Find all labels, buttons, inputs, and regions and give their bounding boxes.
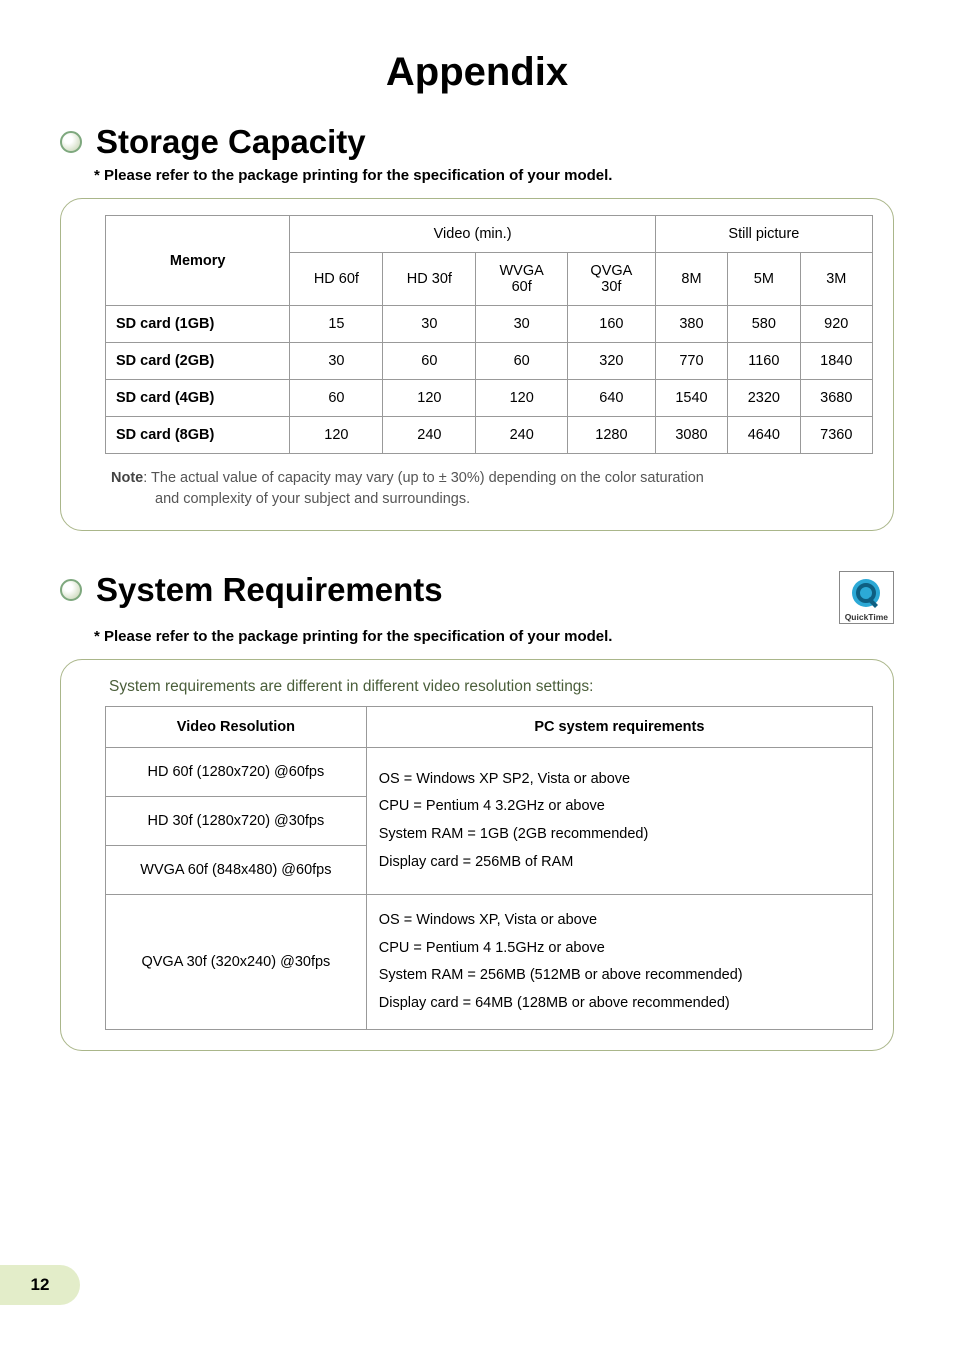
- cell: 160: [567, 306, 655, 343]
- sysreq-heading-row: System Requirements: [60, 571, 839, 609]
- sysreq-table: Video Resolution PC system requirements …: [105, 706, 873, 1030]
- cell: 1280: [567, 417, 655, 454]
- cell: 240: [476, 417, 568, 454]
- cell: 15: [290, 306, 383, 343]
- col-wvga: WVGA 60f: [476, 253, 568, 306]
- req-line: Display card = 256MB of RAM: [379, 854, 574, 870]
- table-row: SD card (8GB) 120 240 240 1280 3080 4640…: [106, 417, 873, 454]
- req-line: OS = Windows XP, Vista or above: [379, 912, 597, 928]
- storage-panel: Memory Video (min.) Still picture HD 60f…: [60, 198, 894, 531]
- storage-heading: Storage Capacity: [96, 123, 366, 161]
- req-line: System RAM = 256MB (512MB or above recom…: [379, 967, 743, 983]
- vr-wvga: WVGA 60f (848x480) @60fps: [106, 846, 367, 895]
- cell: 4640: [728, 417, 800, 454]
- sysreq-heading: System Requirements: [96, 571, 443, 609]
- storage-subnote: * Please refer to the package printing f…: [94, 167, 894, 184]
- storage-table: Memory Video (min.) Still picture HD 60f…: [105, 215, 873, 454]
- vr-hd60: HD 60f (1280x720) @60fps: [106, 748, 367, 797]
- cell: 60: [476, 343, 568, 380]
- cell: 30: [383, 306, 476, 343]
- cell: 1840: [800, 343, 872, 380]
- col-hd30: HD 30f: [383, 253, 476, 306]
- table-header-row: Memory Video (min.) Still picture: [106, 216, 873, 253]
- quicktime-badge: QuickTime: [839, 571, 894, 624]
- cell: 640: [567, 380, 655, 417]
- cell: 120: [383, 380, 476, 417]
- cell: 380: [655, 306, 727, 343]
- sysreq-panel: System requirements are different in dif…: [60, 659, 894, 1051]
- req-high: OS = Windows XP SP2, Vista or above CPU …: [366, 748, 872, 895]
- cell: 1540: [655, 380, 727, 417]
- vr-qvga: QVGA 30f (320x240) @30fps: [106, 895, 367, 1030]
- row-label: SD card (4GB): [106, 380, 290, 417]
- storage-note: Note: The actual value of capacity may v…: [111, 468, 873, 510]
- storage-heading-row: Storage Capacity: [60, 123, 894, 161]
- col-still-group: Still picture: [655, 216, 872, 253]
- cell: 3080: [655, 417, 727, 454]
- col-video-resolution: Video Resolution: [106, 707, 367, 748]
- col-hd60: HD 60f: [290, 253, 383, 306]
- req-line: CPU = Pentium 4 1.5GHz or above: [379, 940, 605, 956]
- quicktime-icon: [848, 575, 884, 611]
- col-5m: 5M: [728, 253, 800, 306]
- col-qvga: QVGA 30f: [567, 253, 655, 306]
- cell: 770: [655, 343, 727, 380]
- cell: 1160: [728, 343, 800, 380]
- row-label: SD card (1GB): [106, 306, 290, 343]
- table-row: SD card (1GB) 15 30 30 160 380 580 920: [106, 306, 873, 343]
- cell: 240: [383, 417, 476, 454]
- req-line: OS = Windows XP SP2, Vista or above: [379, 771, 630, 787]
- col-memory: Memory: [106, 216, 290, 306]
- cell: 7360: [800, 417, 872, 454]
- row-label: SD card (8GB): [106, 417, 290, 454]
- table-row: QVGA 30f (320x240) @30fps OS = Windows X…: [106, 895, 873, 1030]
- col-3m: 3M: [800, 253, 872, 306]
- vr-hd30: HD 30f (1280x720) @30fps: [106, 797, 367, 846]
- bullet-icon: [60, 579, 82, 601]
- cell: 120: [290, 417, 383, 454]
- row-label: SD card (2GB): [106, 343, 290, 380]
- bullet-icon: [60, 131, 82, 153]
- cell: 3680: [800, 380, 872, 417]
- col-video-group: Video (min.): [290, 216, 655, 253]
- table-header-row: Video Resolution PC system requirements: [106, 707, 873, 748]
- cell: 2320: [728, 380, 800, 417]
- page: Appendix Storage Capacity * Please refer…: [0, 0, 954, 1345]
- req-line: System RAM = 1GB (2GB recommended): [379, 826, 649, 842]
- quicktime-label: QuickTime: [845, 612, 888, 622]
- note-line2: and complexity of your subject and surro…: [155, 491, 470, 507]
- cell: 30: [476, 306, 568, 343]
- page-number: 12: [0, 1265, 80, 1305]
- req-line: CPU = Pentium 4 3.2GHz or above: [379, 798, 605, 814]
- page-title: Appendix: [60, 50, 894, 95]
- note-line1: : The actual value of capacity may vary …: [143, 470, 704, 486]
- req-line: Display card = 64MB (128MB or above reco…: [379, 995, 730, 1011]
- table-row: SD card (4GB) 60 120 120 640 1540 2320 3…: [106, 380, 873, 417]
- cell: 320: [567, 343, 655, 380]
- cell: 920: [800, 306, 872, 343]
- cell: 30: [290, 343, 383, 380]
- cell: 60: [290, 380, 383, 417]
- note-label: Note: [111, 470, 143, 486]
- req-low: OS = Windows XP, Vista or above CPU = Pe…: [366, 895, 872, 1030]
- cell: 120: [476, 380, 568, 417]
- cell: 580: [728, 306, 800, 343]
- col-8m: 8M: [655, 253, 727, 306]
- col-pc-requirements: PC system requirements: [366, 707, 872, 748]
- cell: 60: [383, 343, 476, 380]
- sysreq-intro: System requirements are different in dif…: [109, 678, 873, 696]
- table-row: HD 60f (1280x720) @60fps OS = Windows XP…: [106, 748, 873, 797]
- sysreq-subnote: * Please refer to the package printing f…: [94, 628, 894, 645]
- table-row: SD card (2GB) 30 60 60 320 770 1160 1840: [106, 343, 873, 380]
